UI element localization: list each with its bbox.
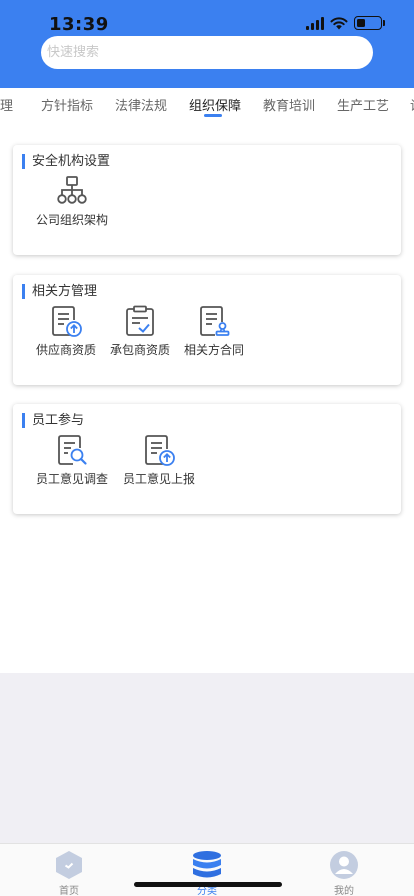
item-label: 员工意见调查	[36, 472, 109, 486]
signal-icon	[306, 16, 324, 30]
bottom-tab-bar: 首页 分类 我的	[0, 843, 414, 896]
tab-policy-targets[interactable]: 方针指标	[41, 95, 93, 114]
card-title: 员工参与	[22, 413, 84, 428]
card-employee-participation: 员工参与 员工意见调查 员工意见上报	[13, 404, 401, 514]
active-tab-indicator	[204, 114, 222, 117]
status-indicators	[306, 16, 385, 30]
item-label: 公司组织架构	[36, 213, 109, 227]
item-contractor-qualification[interactable]: 承包商资质	[110, 305, 170, 358]
item-related-party-contract[interactable]: 相关方合同	[184, 305, 244, 358]
tab-equipment[interactable]: 设	[410, 95, 414, 114]
document-upload-icon	[52, 306, 82, 337]
contract-stamp-icon	[200, 306, 230, 336]
item-employee-report[interactable]: 员工意见上报	[123, 434, 195, 487]
tabbar-label: 我的	[334, 886, 354, 896]
tab-organization[interactable]: 组织保障	[189, 95, 241, 114]
tab-laws-regulations[interactable]: 法律法规	[115, 95, 167, 114]
card-title: 相关方管理	[22, 284, 97, 299]
card-title: 安全机构设置	[22, 154, 110, 169]
item-employee-survey[interactable]: 员工意见调查	[36, 434, 108, 487]
item-label: 承包商资质	[110, 343, 171, 357]
empty-background	[0, 673, 414, 843]
org-chart-icon	[57, 176, 87, 204]
item-supplier-qualification[interactable]: 供应商资质	[36, 305, 96, 358]
tab-education-training[interactable]: 教育培训	[263, 95, 315, 114]
card-related-party-management: 相关方管理 供应商资质 承包商资质 相关方合同	[13, 275, 401, 385]
home-hexagon-icon	[56, 851, 82, 879]
tabbar-mine[interactable]: 我的	[314, 850, 374, 896]
tabbar-category[interactable]: 分类	[177, 850, 237, 896]
item-label: 员工意见上报	[123, 472, 196, 486]
wifi-icon	[330, 16, 348, 29]
status-time: 13:39	[49, 14, 109, 35]
card-safety-organization: 安全机构设置 公司组织架构	[13, 145, 401, 255]
battery-icon	[354, 16, 385, 30]
search-input[interactable]	[41, 36, 373, 69]
user-avatar-icon	[330, 851, 358, 879]
tabbar-label: 首页	[59, 886, 79, 896]
document-upload-icon	[145, 435, 175, 466]
category-tabs: 管理 方针指标 法律法规 组织保障 教育培训 生产工艺 设	[0, 88, 414, 126]
tab-management[interactable]: 管理	[0, 95, 13, 114]
header-bar: 13:39	[0, 0, 414, 88]
tabbar-home[interactable]: 首页	[39, 850, 99, 896]
tab-production-process[interactable]: 生产工艺	[337, 95, 389, 114]
item-label: 供应商资质	[36, 343, 97, 357]
database-stack-icon	[193, 851, 221, 878]
item-label: 相关方合同	[184, 343, 245, 357]
home-indicator	[134, 882, 282, 887]
document-search-icon	[58, 435, 87, 465]
item-company-org-chart[interactable]: 公司组织架构	[36, 175, 108, 228]
clipboard-check-icon	[126, 305, 154, 336]
